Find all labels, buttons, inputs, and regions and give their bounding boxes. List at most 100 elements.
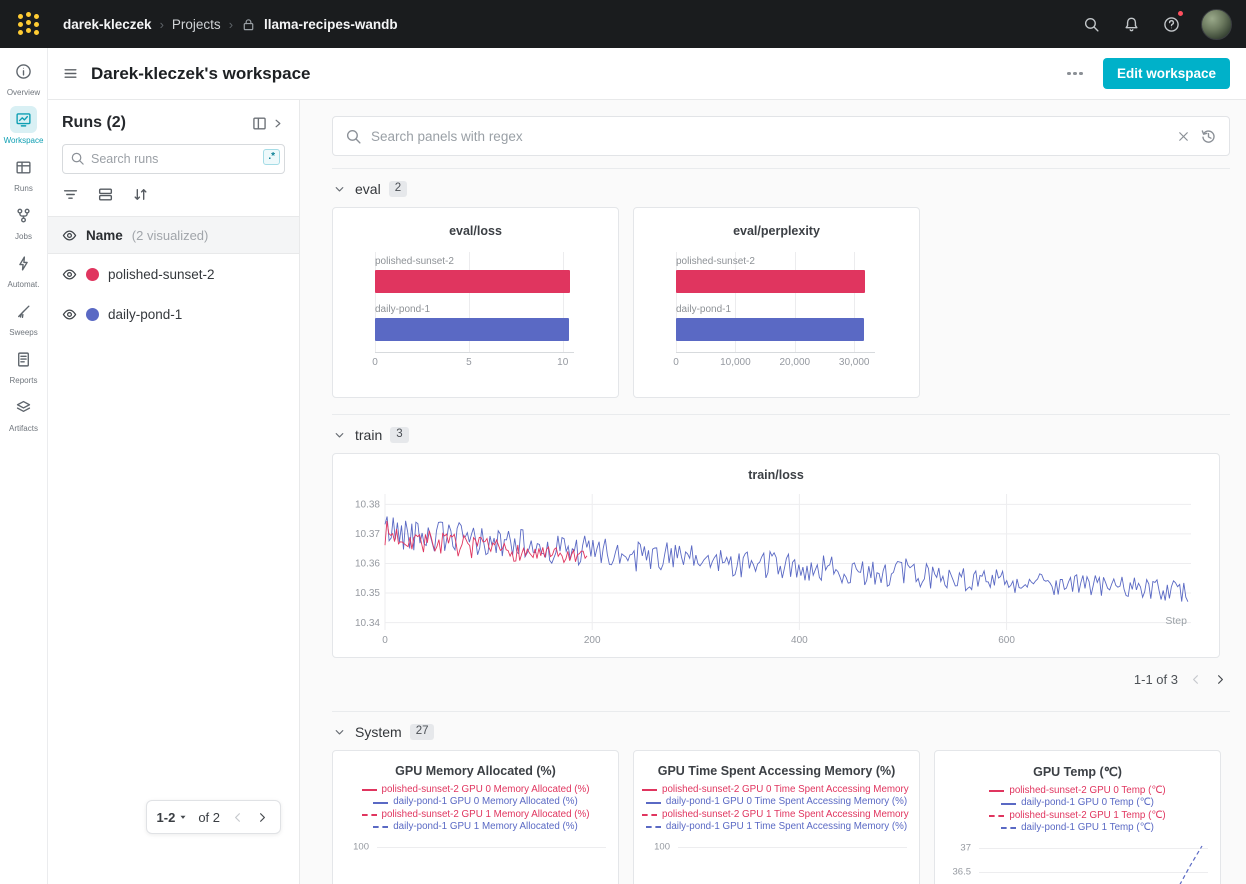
pagination-label: 1-1 of 3	[1134, 672, 1178, 687]
eye-icon[interactable]	[62, 228, 77, 243]
svg-text:600: 600	[998, 635, 1015, 646]
sidebar-item-artifacts[interactable]: Artifacts	[0, 394, 47, 433]
next-page-button[interactable]	[1213, 672, 1228, 687]
svg-text:10.36: 10.36	[355, 559, 380, 570]
panel-title: GPU Memory Allocated (%)	[333, 764, 618, 778]
regex-toggle-button[interactable]: .*	[263, 149, 280, 165]
line-chart-svg: 020040060010.3410.3510.3610.3710.38Step	[349, 488, 1205, 646]
bar	[676, 318, 864, 341]
avatar[interactable]	[1201, 9, 1232, 40]
chart-legend: polished-sunset-2 GPU 0 Memory Allocated…	[333, 784, 618, 832]
section-header-train[interactable]: train 3	[332, 427, 409, 443]
section-system: System 27 GPU Memory Allocated (%) polis…	[332, 711, 1230, 884]
legend-line-icon	[1001, 803, 1016, 805]
sidebar-item-overview[interactable]: Overview	[0, 58, 47, 97]
legend-label: daily-pond-1 GPU 1 Time Spent Accessing …	[666, 821, 907, 832]
svg-text:0: 0	[382, 635, 388, 646]
filter-icon[interactable]	[62, 186, 79, 203]
bar-groups: polished-sunset-2daily-pond-1	[375, 256, 574, 341]
edit-workspace-button[interactable]: Edit workspace	[1103, 58, 1230, 89]
expand-runs-table-icon[interactable]	[252, 115, 285, 132]
svg-text:10.37: 10.37	[355, 529, 380, 540]
sidebar-item-automations[interactable]: Automat.	[0, 250, 47, 289]
eye-icon[interactable]	[62, 307, 77, 322]
artifacts-icon	[10, 394, 37, 421]
sidebar-item-reports[interactable]: Reports	[0, 346, 47, 385]
prev-page-button[interactable]	[230, 810, 245, 825]
breadcrumb-separator: ›	[229, 17, 233, 32]
legend-label: daily-pond-1 GPU 0 Temp (℃)	[1021, 797, 1154, 808]
legend-label: polished-sunset-2 GPU 0 Time Spent Acces…	[662, 784, 911, 795]
search-runs-input[interactable]	[62, 144, 285, 174]
page-size-dropdown[interactable]: 1-2	[157, 810, 189, 825]
next-page-button[interactable]	[255, 810, 270, 825]
legend-item: daily-pond-1 GPU 1 Temp (℃)	[1001, 822, 1154, 833]
wandb-logo[interactable]	[18, 14, 39, 35]
y-axis-tick: 36.5	[941, 867, 971, 878]
x-axis: 0510	[375, 352, 574, 369]
chart-legend: polished-sunset-2 GPU 0 Temp (℃)daily-po…	[935, 785, 1220, 833]
panel-card-train-loss[interactable]: train/loss 020040060010.3410.3510.3610.3…	[332, 453, 1220, 658]
sidebar-item-jobs[interactable]: Jobs	[0, 202, 47, 241]
prev-page-button[interactable]	[1188, 672, 1203, 687]
panel-title: train/loss	[349, 468, 1203, 482]
panel-card-gpu-temp[interactable]: GPU Temp (℃) polished-sunset-2 GPU 0 Tem…	[934, 750, 1221, 884]
hamburger-menu-icon[interactable]	[62, 65, 79, 82]
sidebar-item-label: Automat.	[7, 280, 39, 289]
legend-item: daily-pond-1 GPU 1 Memory Allocated (%)	[373, 821, 578, 832]
run-row-daily-pond-1[interactable]: daily-pond-1	[48, 294, 299, 334]
column-header-name[interactable]: Name	[86, 228, 123, 243]
section-name: eval	[355, 181, 381, 197]
overflow-menu-button[interactable]	[1061, 66, 1089, 82]
legend-label: polished-sunset-2 GPU 1 Time Spent Acces…	[662, 809, 911, 820]
legend-line-icon	[373, 802, 388, 804]
y-axis-tick: 100	[640, 842, 670, 853]
legend-item: daily-pond-1 GPU 0 Memory Allocated (%)	[373, 796, 578, 807]
sidebar-item-sweeps[interactable]: Sweeps	[0, 298, 47, 337]
bar-groups: polished-sunset-2daily-pond-1	[676, 256, 875, 341]
info-icon	[10, 58, 37, 85]
bar-group: polished-sunset-2	[375, 256, 574, 293]
breadcrumb-user[interactable]: darek-kleczek	[63, 17, 152, 32]
runs-sidebar: Runs (2) .*	[48, 100, 300, 884]
breadcrumb-separator: ›	[160, 17, 164, 32]
page-title: Darek-kleczek's workspace	[91, 64, 311, 84]
breadcrumb-projects[interactable]: Projects	[172, 17, 221, 32]
lock-icon	[241, 17, 256, 32]
sidebar-item-runs[interactable]: Runs	[0, 154, 47, 193]
sidebar-item-workspace[interactable]: Workspace	[0, 106, 47, 145]
bar	[375, 318, 569, 341]
search-icon[interactable]	[1073, 6, 1109, 42]
section-header-eval[interactable]: eval 2	[332, 181, 407, 197]
left-rail: Overview Workspace Runs Jobs Automat. Sw…	[0, 48, 48, 884]
history-icon[interactable]	[1200, 128, 1217, 145]
eye-icon[interactable]	[62, 267, 77, 282]
pagination-total: of 2	[198, 810, 220, 825]
svg-text:10.35: 10.35	[355, 588, 380, 599]
panel-card-eval-loss[interactable]: eval/loss polished-sunset-2daily-pond-10…	[332, 207, 619, 398]
legend-line-icon	[642, 814, 657, 816]
svg-text:10.34: 10.34	[355, 618, 380, 629]
search-panels-input[interactable]	[371, 129, 1167, 144]
notification-dot	[1176, 9, 1185, 18]
section-eval: eval 2 eval/loss polished-sunset-2daily-…	[332, 168, 1230, 414]
section-header-system[interactable]: System 27	[332, 724, 434, 740]
notifications-bell-icon[interactable]	[1113, 6, 1149, 42]
jobs-icon	[10, 202, 37, 229]
run-row-polished-sunset-2[interactable]: polished-sunset-2	[48, 254, 299, 294]
legend-label: polished-sunset-2 GPU 0 Temp (℃)	[1009, 785, 1165, 796]
sort-icon[interactable]	[132, 186, 149, 203]
panel-card-eval-perplexity[interactable]: eval/perplexity polished-sunset-2daily-p…	[633, 207, 920, 398]
legend-line-icon	[642, 789, 657, 791]
svg-text:10.38: 10.38	[355, 500, 380, 511]
breadcrumb-project[interactable]: llama-recipes-wandb	[264, 17, 398, 32]
panel-card-gpu-memory-allocated[interactable]: GPU Memory Allocated (%) polished-sunset…	[332, 750, 619, 884]
legend-label: polished-sunset-2 GPU 1 Temp (℃)	[1009, 810, 1165, 821]
automations-icon	[10, 250, 37, 277]
panels-area: eval 2 eval/loss polished-sunset-2daily-…	[300, 100, 1246, 884]
sidebar-item-label: Jobs	[15, 232, 32, 241]
group-icon[interactable]	[97, 186, 114, 203]
help-icon[interactable]	[1153, 6, 1189, 42]
panel-card-gpu-time-accessing-memory[interactable]: GPU Time Spent Accessing Memory (%) poli…	[633, 750, 920, 884]
clear-search-icon[interactable]	[1176, 129, 1191, 144]
